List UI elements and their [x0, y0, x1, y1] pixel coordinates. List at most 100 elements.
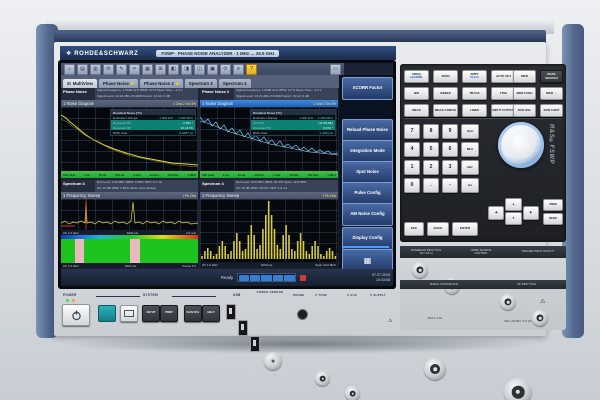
span-key[interactable]: SPAN [433, 70, 458, 83]
toolbar-icon[interactable]: ✉ [103, 64, 114, 75]
frequency-sweep-plot[interactable] [61, 199, 198, 230]
undo-key[interactable]: UNDO [543, 199, 563, 211]
v-aux-connector[interactable] [345, 386, 360, 400]
numpad-key[interactable]: 9 [442, 124, 458, 139]
usb-port[interactable] [250, 336, 260, 352]
enter-key[interactable]: ENTER [452, 222, 478, 236]
help-icon[interactable]: ? [246, 64, 257, 75]
toolbar-icon[interactable]: ▥ [90, 64, 101, 75]
softkey-reload-phase-noise[interactable]: Reload Phase Noise [342, 119, 393, 142]
softkey-integration-mode[interactable]: Integration Mode [342, 140, 393, 163]
toolbar-icon[interactable]: ◫ [194, 64, 205, 75]
bw-key[interactable]: BW [404, 87, 429, 100]
mkr-to-key[interactable]: MKR → [540, 87, 563, 100]
toolbar-icon[interactable]: ≡ [233, 64, 244, 75]
tab-spectrum-3[interactable]: Spectrum 3 [185, 79, 217, 88]
unit-key[interactable]: Hz [461, 178, 479, 193]
pulsed-spectrum-plot[interactable] [200, 199, 338, 262]
rotary-knob[interactable] [498, 122, 544, 168]
mkr-func-key[interactable]: MKR FUNC [513, 87, 536, 100]
mkr-key[interactable]: MKR [513, 70, 536, 83]
baseband-i-connector[interactable] [412, 262, 428, 278]
help-key[interactable]: HELP [202, 305, 220, 322]
tab-phase-noise-2[interactable]: Phase Noise 2 [140, 79, 183, 88]
tab-multiview[interactable]: ⊞ MultiView [63, 79, 97, 88]
noise-source-connector[interactable] [500, 294, 516, 310]
softkey-xcorr-factor[interactable]: XCORR Factor [342, 77, 393, 100]
arrow-up-key[interactable]: ▲ [505, 198, 522, 211]
unit-key[interactable]: kHz [461, 160, 479, 175]
toolbar-icon[interactable]: ⟳ [220, 64, 231, 75]
usb-port[interactable] [238, 320, 248, 336]
power-button[interactable] [62, 304, 90, 326]
toolbar-icon[interactable]: ▦ [142, 64, 153, 75]
rf-input-connector[interactable] [504, 378, 532, 400]
numpad-key[interactable]: 8 [423, 124, 439, 139]
numpad-key[interactable]: 4 [404, 142, 420, 157]
numpad-key[interactable]: 6 [442, 142, 458, 157]
trace-key[interactable]: TRACE [462, 87, 487, 100]
touchscreen[interactable]: ⌂▤▥✉✎✂▦⊞◧◨◫▣⟳≡ ? ▭ ⊞ MultiView Phase Noi… [61, 63, 393, 286]
toolbar-icon[interactable]: ▤ [77, 64, 88, 75]
screenshot-icon[interactable]: ▭ [330, 64, 341, 75]
rf-max-label: MAX +30 dBm / 0 V DC [494, 321, 542, 324]
numpad-key[interactable]: 5 [423, 142, 439, 157]
status-bar: Ready 07.07.2015 10:43:08 [61, 269, 393, 286]
unit-key[interactable]: MHz [461, 142, 479, 157]
run-single-key[interactable]: RUN SGL [513, 104, 536, 117]
noise-diagram-plot-2[interactable]: Residual Noise [T1] Evaluation Range1.00… [200, 107, 338, 171]
v-tune-connector[interactable] [315, 371, 330, 386]
numpad-key[interactable]: 2 [423, 160, 439, 175]
meas-config-key[interactable]: MEAS CONFIG [433, 104, 458, 117]
arrow-down-key[interactable]: ▼ [505, 212, 522, 225]
backspace-key[interactable]: BACK [427, 222, 449, 236]
tab-spectrum-4[interactable]: Spectrum 4 [219, 79, 251, 88]
pane-phase-noise[interactable]: Phase Noise Signal Frequency: 1.0000 GHz… [61, 88, 198, 178]
power-sensor-connector[interactable] [264, 352, 282, 370]
unit-key[interactable]: GHz [461, 124, 479, 139]
usb-port[interactable] [226, 304, 236, 320]
noise-diagram-plot[interactable]: Residual Noise [T1] Evaluation Range1.00… [61, 107, 198, 171]
signal-source-connector[interactable] [424, 358, 446, 380]
toolbar-icon[interactable]: ▣ [207, 64, 218, 75]
meas-key[interactable]: MEAS [404, 104, 429, 117]
toolbar-icon[interactable]: ⌂ [64, 64, 75, 75]
numpad-key[interactable]: . [423, 178, 439, 193]
redo-key[interactable]: REDO [543, 213, 563, 225]
display-key[interactable] [120, 305, 138, 322]
softkey-spot-noise[interactable]: Spot Noise [342, 161, 393, 184]
toolbar-icon[interactable]: ◨ [181, 64, 192, 75]
numpad-key[interactable]: 7 [404, 124, 420, 139]
pane-spectrum-4[interactable]: Spectrum 4 Ref Level: 0.00 dBm RBW: 30 k… [200, 180, 338, 268]
setup-key[interactable]: SETUP [142, 305, 160, 322]
sweep-key[interactable]: SWEEP [433, 87, 458, 100]
tab-phase-noise[interactable]: Phase Noise [99, 79, 138, 88]
probe-connector[interactable] [297, 309, 308, 320]
print-key[interactable]: PRINT [160, 305, 178, 322]
arrow-right-key[interactable]: ▶ [523, 206, 539, 220]
spectrogram-event-stripe [75, 239, 85, 263]
numpad-key[interactable]: - [442, 178, 458, 193]
peak-search-key[interactable]: PEAK SEARCH [540, 70, 563, 83]
save-recall-key[interactable]: SAVE RCL [184, 305, 202, 322]
preset-key[interactable] [98, 305, 116, 322]
toolbar-icon[interactable]: ◧ [168, 64, 179, 75]
lines-key[interactable]: LINES [462, 104, 487, 117]
toolbar-icon[interactable]: ⊞ [155, 64, 166, 75]
ampt-key[interactable]: AMPTSCALE [462, 70, 487, 83]
toolbar-icon[interactable]: ✂ [129, 64, 140, 75]
arrow-left-key[interactable]: ◀ [488, 206, 504, 220]
softkey-pulse-config[interactable]: Pulse Config [342, 182, 393, 205]
run-cont-key[interactable]: RUN CONT [540, 104, 563, 117]
numpad-key[interactable]: 1 [404, 160, 420, 175]
pane-phase-noise-2[interactable]: Phase Noise 2 Signal Frequency: 1.0000 G… [200, 88, 338, 178]
freq-key[interactable]: FREQCHANNEL [404, 70, 429, 83]
numpad-key[interactable]: 3 [442, 160, 458, 175]
esc-key[interactable]: ESC [404, 222, 424, 236]
numpad-key[interactable]: 0 [404, 178, 420, 193]
toolbar-icon[interactable]: ✎ [116, 64, 127, 75]
spectrogram[interactable] [61, 239, 198, 263]
pane-spectrum-3[interactable]: Spectrum 3 Ref Level: 0.00 dBm RBW: 3 MH… [61, 180, 198, 268]
axis-tick: 1 kHz [133, 173, 141, 177]
softkey-am-noise-config[interactable]: AM Noise Config [342, 203, 393, 226]
